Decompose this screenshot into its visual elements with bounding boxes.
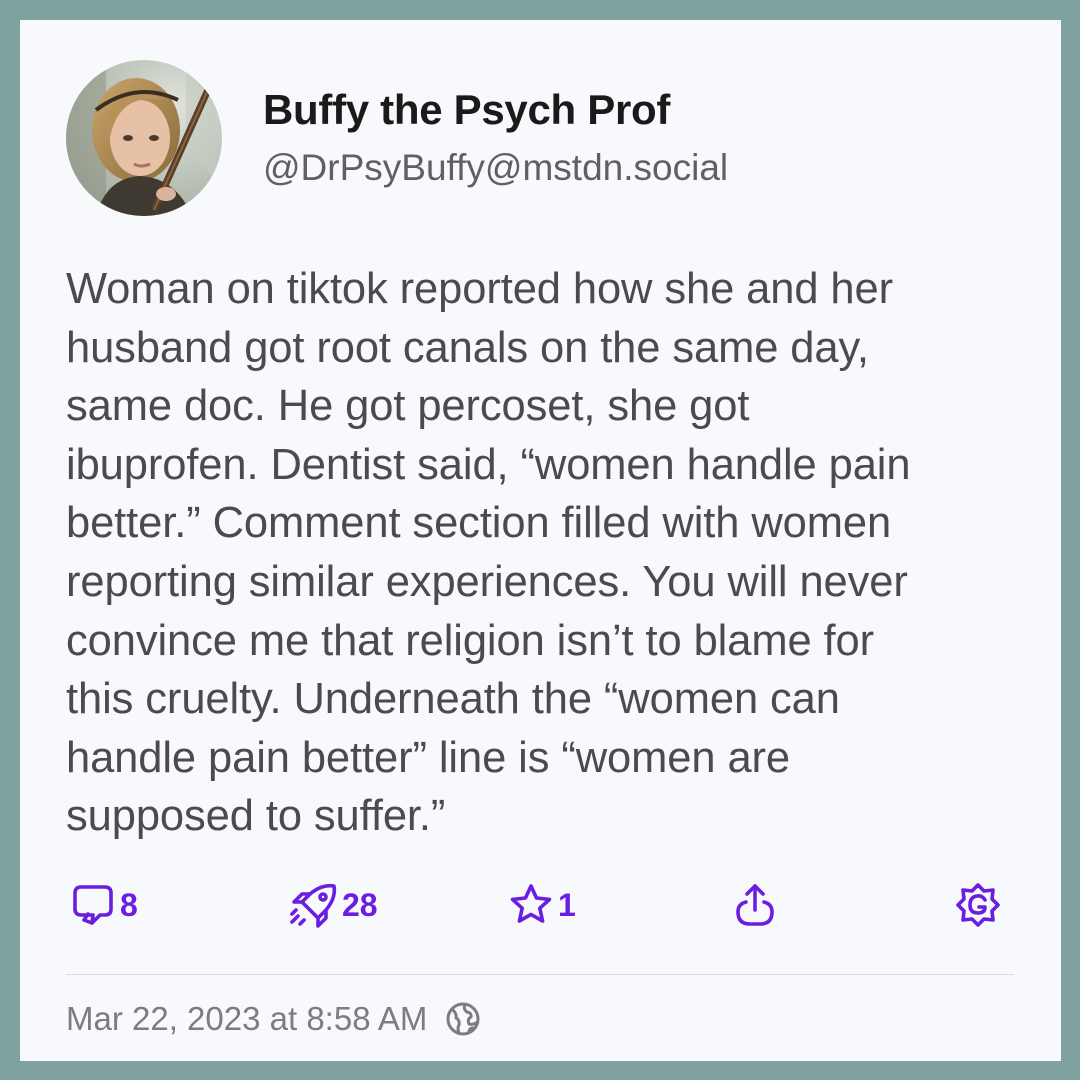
more-options-button[interactable] — [955, 882, 1001, 928]
post-line: convince me that religion isn’t to blame… — [66, 616, 874, 665]
globe-icon — [446, 1002, 480, 1036]
share-button[interactable] — [732, 882, 778, 928]
author-handle[interactable]: @DrPsyBuffy@mstdn.social — [263, 147, 728, 189]
boost-count: 28 — [342, 887, 378, 923]
post-footer: Mar 22, 2023 at 8:58 AM — [66, 998, 481, 1040]
favorite-count: 1 — [558, 887, 576, 923]
post-timestamp[interactable]: Mar 22, 2023 at 8:58 AM — [66, 1000, 427, 1038]
post-line: supposed to suffer.” — [66, 792, 446, 841]
favorite-icon — [510, 884, 552, 923]
post-line: reporting similar experiences. You will … — [66, 557, 908, 606]
post-line: ibuprofen. Dentist said, “women handle p… — [66, 440, 911, 489]
post-line: same doc. He got percoset, she got — [66, 382, 750, 431]
avatar[interactable] — [66, 60, 222, 216]
boost-icon — [290, 883, 337, 928]
post-line: better.” Comment section filled with wom… — [66, 499, 892, 548]
boost-button[interactable]: 28 — [288, 882, 378, 928]
reply-icon — [73, 885, 113, 925]
reply-count: 8 — [120, 887, 138, 923]
favorite-button[interactable]: 1 — [508, 882, 576, 928]
author-display-name[interactable]: Buffy the Psych Prof — [263, 86, 670, 134]
reply-button[interactable]: 8 — [70, 882, 138, 928]
post-content: Woman on tiktok reported how she and her… — [66, 260, 1026, 846]
share-icon — [736, 884, 774, 926]
post-card: Buffy the Psych Prof @DrPsyBuffy@mstdn.s… — [20, 20, 1061, 1061]
divider — [66, 974, 1014, 975]
avatar-image — [66, 60, 222, 216]
post-line: handle pain better” line is “women are — [66, 733, 791, 782]
post-line: Woman on tiktok reported how she and her — [66, 265, 894, 313]
more-options-icon — [956, 883, 1000, 927]
post-line: husband got root canals on the same day, — [66, 323, 869, 372]
post-line: this cruelty. Underneath the “women can — [66, 675, 840, 724]
